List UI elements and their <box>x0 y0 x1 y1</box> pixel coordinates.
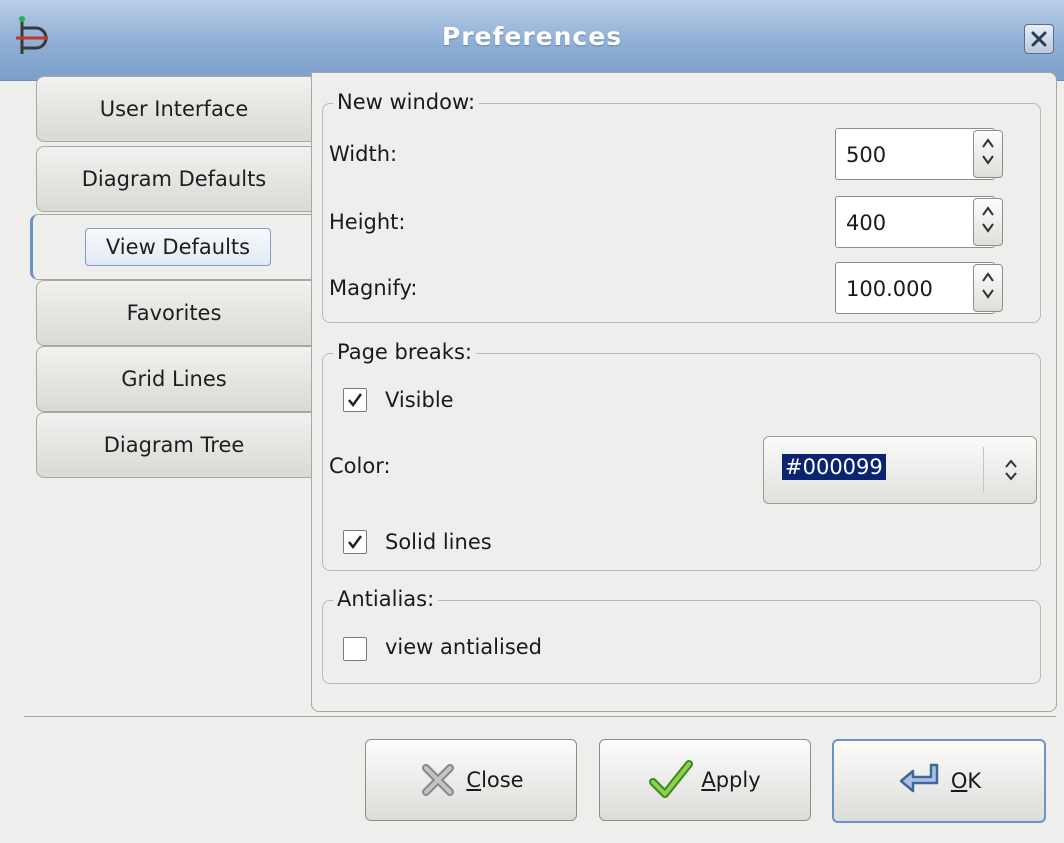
width-stepper[interactable] <box>973 130 1003 178</box>
solid-lines-label[interactable]: Solid lines <box>385 530 492 554</box>
tab-favorites[interactable]: Favorites <box>36 280 311 346</box>
title-bar: Preferences <box>0 0 1064 81</box>
ok-button-label: OK <box>950 769 982 793</box>
ok-button[interactable]: OK <box>832 739 1046 823</box>
combo-updown-icon <box>1005 459 1017 481</box>
height-stepper[interactable] <box>973 198 1003 246</box>
visible-checkbox[interactable] <box>343 388 367 412</box>
view-antialiased-checkbox[interactable] <box>343 637 367 661</box>
antialias-group: Antialias: view antialised <box>322 587 1041 684</box>
tab-page-view-defaults: New window: Width: 500 Height: 400 Magni… <box>311 72 1057 712</box>
page-breaks-group: Page breaks: Visible Color: #000099 Soli… <box>322 340 1041 571</box>
new-window-legend: New window: <box>333 90 480 114</box>
magnify-field[interactable]: 100.000 <box>835 262 995 314</box>
magnify-stepper[interactable] <box>973 264 1003 312</box>
tab-diagram-defaults[interactable]: Diagram Defaults <box>36 146 311 212</box>
tab-view-defaults[interactable]: View Defaults <box>30 214 313 280</box>
width-field[interactable]: 500 <box>835 128 995 180</box>
page-breaks-legend: Page breaks: <box>333 340 476 364</box>
view-antialiased-label[interactable]: view antialised <box>385 635 542 659</box>
color-value: #000099 <box>782 454 886 480</box>
height-field[interactable]: 400 <box>835 196 995 248</box>
magnify-label: Magnify: <box>329 276 418 300</box>
checkmark-icon <box>649 760 694 798</box>
color-label: Color: <box>329 454 391 478</box>
tab-grid-lines[interactable]: Grid Lines <box>36 346 311 412</box>
window-title: Preferences <box>441 22 623 51</box>
button-area-separator <box>24 716 1056 717</box>
height-label: Height: <box>329 210 406 234</box>
visible-label[interactable]: Visible <box>385 388 454 412</box>
close-x-icon <box>422 764 455 796</box>
new-window-group: New window: Width: 500 Height: 400 Magni… <box>322 90 1041 323</box>
height-spinbox[interactable]: 400 <box>835 196 1003 248</box>
color-combobox[interactable]: #000099 <box>763 436 1037 504</box>
combo-separator <box>983 447 984 493</box>
close-button-label: Close <box>466 768 524 792</box>
width-spinbox[interactable]: 500 <box>835 128 1003 180</box>
tab-user-interface[interactable]: User Interface <box>36 76 311 142</box>
enter-arrow-icon <box>899 763 939 793</box>
width-label: Width: <box>329 142 398 166</box>
solid-lines-checkbox[interactable] <box>343 530 367 554</box>
tab-diagram-tree[interactable]: Diagram Tree <box>36 412 311 478</box>
magnify-spinbox[interactable]: 100.000 <box>835 262 1003 314</box>
antialias-legend: Antialias: <box>333 587 439 611</box>
apply-button-label: Apply <box>701 768 761 792</box>
close-button[interactable]: Close <box>365 739 577 821</box>
window-close-icon[interactable] <box>1024 24 1054 54</box>
apply-button[interactable]: Apply <box>599 739 811 821</box>
